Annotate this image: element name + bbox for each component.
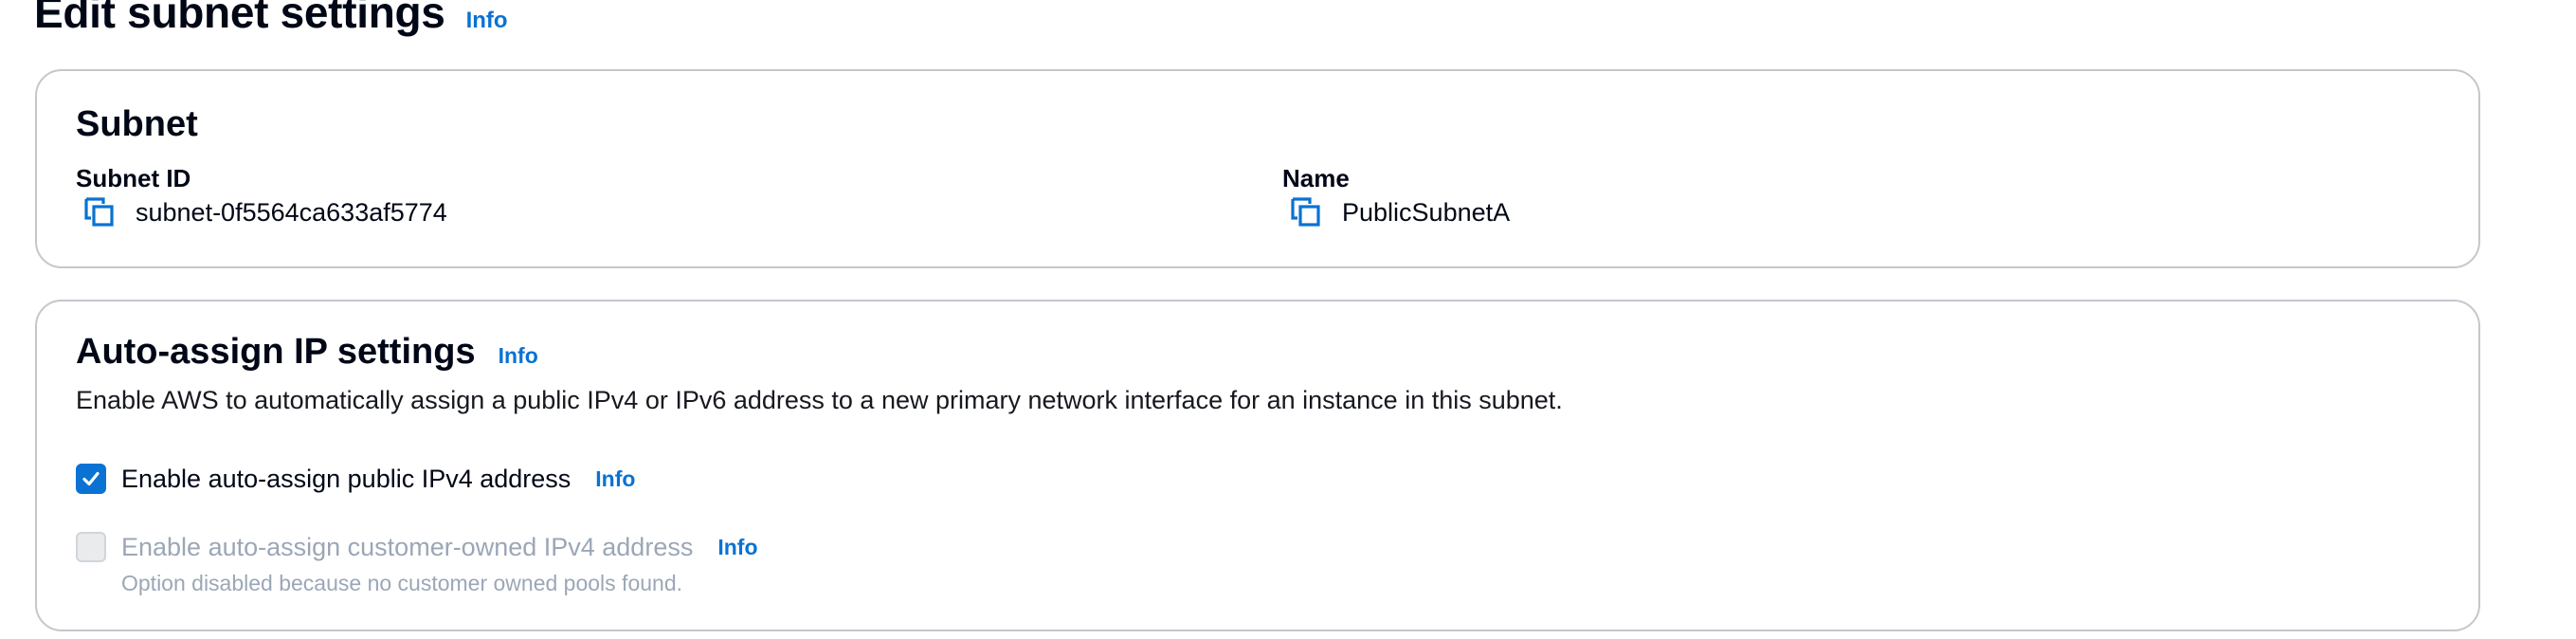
name-label: Name — [1282, 164, 1350, 192]
page-title: Edit subnet settings — [34, 0, 445, 37]
subnet-section-title: Subnet — [76, 104, 198, 144]
auto-assign-container: Auto-assign IP settings Info Enable AWS … — [35, 300, 2480, 631]
customer-owned-ipv4-hint: Option disabled because no customer owne… — [121, 571, 683, 595]
copy-icon — [1291, 197, 1320, 227]
public-ipv4-info-link[interactable]: Info — [595, 466, 635, 492]
public-ipv4-checkbox[interactable] — [76, 464, 106, 494]
public-ipv4-label[interactable]: Enable auto-assign public IPv4 address — [121, 466, 571, 492]
auto-assign-section-title: Auto-assign IP settings — [76, 332, 476, 372]
copy-subnet-id-button[interactable] — [82, 195, 117, 229]
customer-owned-ipv4-label: Enable auto-assign customer-owned IPv4 a… — [121, 532, 694, 561]
name-value: PublicSubnetA — [1342, 197, 1511, 227]
auto-assign-description: Enable AWS to automatically assign a pub… — [76, 386, 1563, 414]
checkmark-icon — [82, 471, 100, 486]
option-customer-owned-ipv4: Enable auto-assign customer-owned IPv4 a… — [76, 532, 758, 562]
subnet-id-value-row: subnet-0f5564ca633af5774 — [82, 195, 447, 229]
subnet-container: Subnet Subnet ID subnet-0f5564ca633af577… — [35, 69, 2480, 268]
page-header: Edit subnet settings Info — [34, 0, 508, 37]
option-public-ipv4[interactable]: Enable auto-assign public IPv4 address I… — [76, 464, 635, 494]
page-info-link[interactable]: Info — [466, 8, 508, 34]
customer-owned-ipv4-info-link[interactable]: Info — [717, 535, 757, 560]
customer-owned-ipv4-checkbox — [76, 532, 106, 562]
subnet-id-label: Subnet ID — [76, 164, 191, 192]
name-value-row: PublicSubnetA — [1289, 195, 1510, 229]
copy-name-button[interactable] — [1289, 195, 1323, 229]
copy-icon — [84, 197, 114, 227]
auto-assign-info-link[interactable]: Info — [499, 343, 538, 369]
subnet-id-value: subnet-0f5564ca633af5774 — [136, 197, 447, 227]
auto-assign-title-row: Auto-assign IP settings Info — [76, 334, 538, 370]
